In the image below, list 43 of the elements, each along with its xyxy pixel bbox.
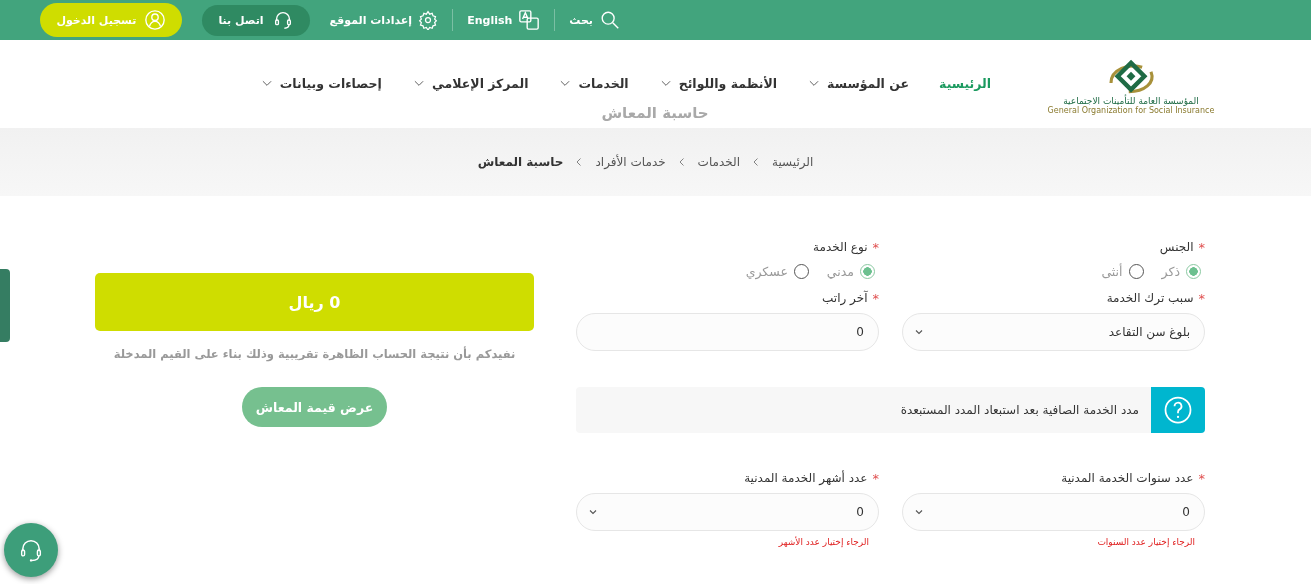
breadcrumb-link[interactable]: الخدمات: [697, 155, 740, 169]
field-label: الجنس: [1159, 240, 1194, 254]
required-asterisk: *: [1198, 239, 1205, 255]
input-field[interactable]: 0: [576, 313, 879, 351]
nav-item[interactable]: المركز الإعلامي: [411, 75, 529, 91]
logo-english-text: General Organization for Social Insurance: [1047, 105, 1215, 115]
required-asterisk: *: [872, 290, 879, 306]
nav-item[interactable]: الخدمات: [558, 75, 629, 91]
nav-item[interactable]: الرئيسية: [939, 75, 991, 91]
field-label: عدد أشهر الخدمة المدنية: [744, 471, 868, 485]
dropdown-field[interactable]: بلوغ سن التقاعد: [902, 313, 1205, 351]
required-asterisk: *: [1198, 290, 1205, 306]
search-icon: [599, 9, 621, 31]
nav-item[interactable]: إحصاءات وبيانات: [259, 75, 382, 91]
radio-button[interactable]: [860, 264, 875, 279]
nav-item[interactable]: الأنظمة واللوائح: [658, 75, 778, 91]
help-icon: [1163, 395, 1193, 425]
page-title: حاسبة المعاش: [601, 104, 709, 122]
field-label: عدد سنوات الخدمة المدنية: [1061, 471, 1194, 485]
dropdown-field[interactable]: 0: [576, 493, 879, 531]
field-label: سبب ترك الخدمة: [1106, 291, 1194, 305]
result-note: نفيدكم بأن نتيجة الحساب الظاهرة تقريبية وذلك بناء على القيم المدخلة: [113, 347, 516, 361]
required-asterisk: *: [872, 239, 879, 255]
radio-button[interactable]: [1186, 264, 1201, 279]
breadcrumb-link[interactable]: الرئيسية: [772, 155, 814, 169]
error-text: الرجاء إختيار عدد السنوات: [1096, 537, 1196, 547]
nav-item[interactable]: عن المؤسسة: [807, 75, 910, 91]
support-button[interactable]: [4, 523, 58, 577]
breadcrumb-link[interactable]: خدمات الأفراد: [595, 155, 666, 169]
translate-icon: [518, 9, 541, 31]
required-asterisk: *: [872, 470, 879, 486]
field-label: آخر راتب: [822, 291, 868, 305]
logo-arabic-text: المؤسسة العامة للتأمينات الاجتماعية: [1063, 95, 1199, 106]
required-asterisk: *: [1198, 470, 1205, 486]
user-icon: [144, 9, 167, 31]
contact-button[interactable]: اتصل بنا: [202, 4, 310, 36]
dropdown-field[interactable]: 0: [902, 493, 1205, 531]
settings-icon: [418, 10, 439, 30]
breadcrumb-current: حاسبة المعاش: [477, 155, 564, 169]
field-label: نوع الخدمة: [813, 240, 868, 254]
result-amount: 0 ريال: [95, 273, 534, 331]
error-text: الرجاء إختيار عدد الأشهر: [777, 537, 870, 547]
info-text: مدد الخدمة الصافية بعد استبعاد المدد المستبعدة: [900, 403, 1139, 417]
